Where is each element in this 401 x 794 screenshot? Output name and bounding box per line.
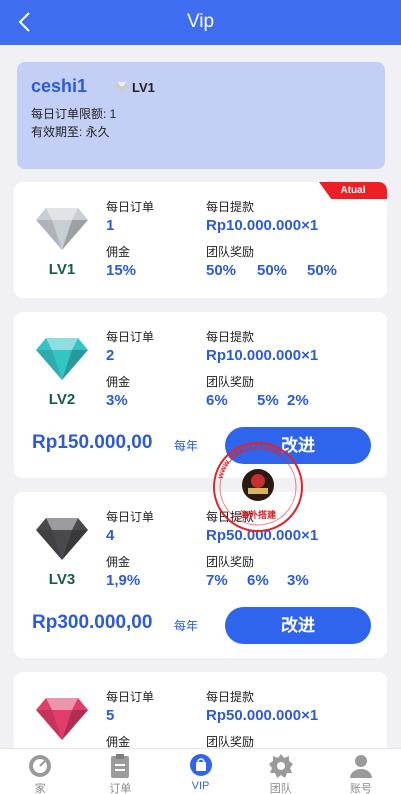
team-bonus-label: 团队奖励 xyxy=(206,735,255,748)
team-bonus-3: 2% xyxy=(287,392,309,409)
tab-label: 订单 xyxy=(109,783,132,794)
team-bonus-2: 50% xyxy=(257,262,288,279)
diamond-gem-icon xyxy=(36,518,88,560)
tab-label: 团队 xyxy=(269,783,292,794)
user-level-label: LV1 xyxy=(132,80,155,95)
level-name: LV3 xyxy=(48,571,76,588)
team-bonus-2: 5% xyxy=(257,392,279,409)
daily-withdraw-value: Rp10.000.000×1 xyxy=(206,347,319,364)
bottom-tab-bar: 家 订单 VIP 团队 账号 xyxy=(0,748,401,794)
commission-label: 佣金 xyxy=(106,245,131,259)
commission-value: 3% xyxy=(106,392,128,409)
daily-orders-value: 2 xyxy=(106,347,115,364)
team-bonus-label: 团队奖励 xyxy=(206,245,255,259)
daily-orders-label: 每日订单 xyxy=(106,690,155,704)
tab-label: 家 xyxy=(34,783,46,794)
tab-label: VIP xyxy=(191,780,210,792)
team-bonus-label: 团队奖励 xyxy=(206,375,255,389)
commission-value: 15% xyxy=(106,262,137,279)
upgrade-price: Rp150.000,00 xyxy=(32,432,153,453)
vip-level-list[interactable]: ceshi1 LV1 每日订单限额: 1 有效期至: 永久 Atual LV1 … xyxy=(0,45,401,748)
page-title: Vip xyxy=(186,11,215,32)
diamond-gem-icon xyxy=(36,208,88,250)
tab-label: 账号 xyxy=(349,783,372,794)
tab-vip[interactable]: VIP xyxy=(160,749,240,794)
daily-orders-label: 每日订单 xyxy=(106,200,155,214)
gear-icon xyxy=(268,754,293,778)
daily-withdraw-value: Rp10.000.000×1 xyxy=(206,217,319,234)
current-level-badge: Atual xyxy=(319,182,387,199)
daily-orders-label: 每日订单 xyxy=(106,510,155,524)
daily-withdraw-label: 每日提款 xyxy=(206,200,255,214)
vip-bag-icon xyxy=(189,754,212,776)
daily-orders-value: 1 xyxy=(106,217,115,234)
vip-card-lv4: 每日订单 每日提款 5 Rp50.000.000×1 佣金 团队奖励 xyxy=(14,672,387,748)
upgrade-button[interactable]: 改进 xyxy=(225,607,371,644)
upgrade-button[interactable]: 改进 xyxy=(225,427,371,464)
daily-withdraw-label: 每日提款 xyxy=(206,690,255,704)
tab-home[interactable]: 家 xyxy=(0,749,80,794)
user-level: LV1 xyxy=(115,80,155,95)
tab-account[interactable]: 账号 xyxy=(321,749,401,794)
commission-value: 1,9% xyxy=(106,572,141,589)
user-icon xyxy=(349,755,372,778)
upgrade-price: Rp300.000,00 xyxy=(32,612,153,633)
daily-order-limit: 每日订单限额: 1 xyxy=(31,107,117,121)
commission-label: 佣金 xyxy=(106,735,131,748)
team-bonus-1: 6% xyxy=(206,392,228,409)
diamond-gem-icon xyxy=(36,338,88,380)
level-name: LV2 xyxy=(48,391,76,408)
daily-withdraw-value: Rp50.000.000×1 xyxy=(206,527,319,544)
vip-card-lv3: LV3 每日订单 每日提款 4 Rp50.000.000×1 佣金 团队奖励 1… xyxy=(14,492,387,658)
tab-orders[interactable]: 订单 xyxy=(80,749,160,794)
team-bonus-2: 6% xyxy=(247,572,269,589)
tab-team[interactable]: 团队 xyxy=(241,749,321,794)
vip-card-lv1: Atual LV1 每日订单 每日提款 1 Rp10.000.000×1 佣金 … xyxy=(14,182,387,298)
diamond-gem-icon xyxy=(36,698,88,740)
app-header: Vip xyxy=(0,0,401,45)
home-dial-icon xyxy=(29,755,52,777)
valid-until: 有效期至: 永久 xyxy=(31,125,110,139)
daily-orders-label: 每日订单 xyxy=(106,330,155,344)
daily-orders-value: 4 xyxy=(106,527,115,544)
price-period: 每年 xyxy=(174,439,199,453)
clipboard-icon xyxy=(111,754,130,778)
level-name: LV1 xyxy=(48,261,76,278)
user-info-card: ceshi1 LV1 每日订单限额: 1 有效期至: 永久 xyxy=(17,62,385,169)
team-bonus-3: 50% xyxy=(307,262,338,279)
user-name: ceshi1 xyxy=(31,76,88,96)
commission-label: 佣金 xyxy=(106,375,131,389)
daily-withdraw-label: 每日提款 xyxy=(206,510,255,524)
daily-withdraw-label: 每日提款 xyxy=(206,330,255,344)
team-bonus-label: 团队奖励 xyxy=(206,555,255,569)
vip-card-lv2: LV2 每日订单 每日提款 2 Rp10.000.000×1 佣金 团队奖励 3… xyxy=(14,312,387,478)
diamond-icon xyxy=(115,82,129,93)
commission-label: 佣金 xyxy=(106,555,131,569)
team-bonus-3: 3% xyxy=(287,572,309,589)
team-bonus-1: 50% xyxy=(206,262,237,279)
price-period: 每年 xyxy=(174,619,199,633)
daily-orders-value: 5 xyxy=(106,707,115,724)
daily-withdraw-value: Rp50.000.000×1 xyxy=(206,707,319,724)
team-bonus-1: 7% xyxy=(206,572,228,589)
